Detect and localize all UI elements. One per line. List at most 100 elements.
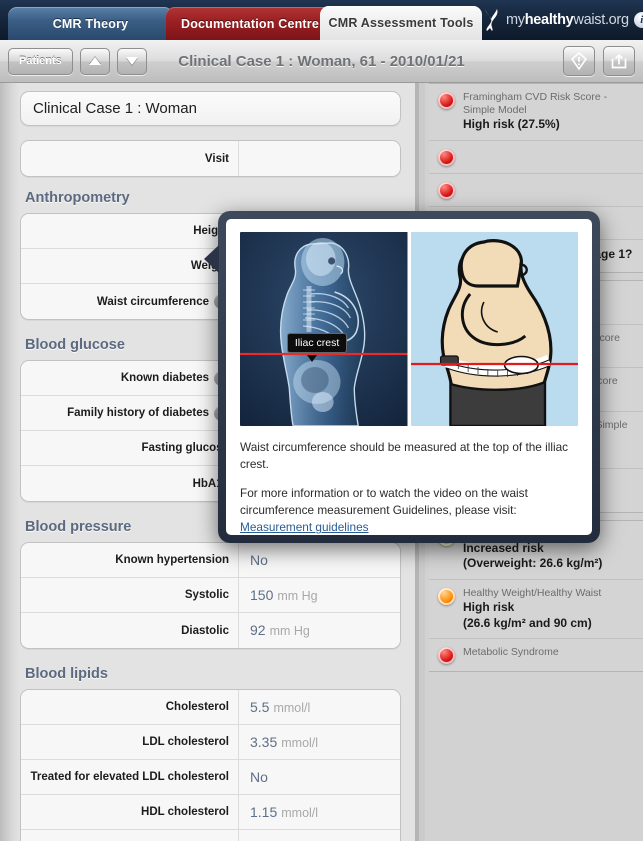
brand-logo: myhealthywaist.org i [473,0,643,40]
xray-skeleton-illustration: Iliac crest [240,232,408,426]
risk-drop-icon [570,52,588,70]
form-row[interactable]: Systolic 150 mm Hg [21,578,400,613]
toolbar-actions [563,46,635,76]
form-row-value-text: 92 [250,622,266,638]
result-item[interactable] [429,174,643,207]
form-row-value-text: No [250,769,268,785]
form-row[interactable]: Treated for low HDL cholesterolNo [21,830,400,841]
form-row-label-text: Cholesterol [165,701,229,713]
section-heading: Anthropometry [25,190,130,206]
result-text: Healthy Weight/Healthy Waist High risk (26… [463,587,635,631]
form-row-value[interactable]: 92 mm Hg [238,613,400,648]
form-row-label: Waist circumference? [21,294,238,309]
form-row-label: Systolic [21,589,238,601]
row-visit-label: Visit [204,152,229,165]
form-row-value-text: No [250,552,268,568]
form-row-value[interactable]: No [238,830,400,841]
result-name: Healthy Weight/Healthy Waist [463,586,602,599]
toolbar: Patients Clinical Case 1 : Woman, 61 - 2… [0,40,643,83]
logo-waist: waist.org [573,12,629,28]
form-row-unit: mm Hg [277,589,318,603]
callout-tail [307,355,317,363]
iliac-crest-callout: Iliac crest [286,332,348,353]
form-row[interactable]: Cholesterol 5.5 mmol/l [21,690,400,725]
form-row-label-text: Treated for elevated LDL cholesterol [30,771,229,783]
form-row-label-text: Systolic [184,589,229,601]
section-heading: Blood lipids [25,666,108,682]
result-item[interactable]: Metabolic Syndrome [429,639,643,671]
result-name: Framingham CVD Risk Score - Simple Model [463,91,608,117]
form-row[interactable]: Treated for elevated LDL cholesterol No [21,760,400,795]
result-text: Metabolic Syndrome [463,646,635,659]
result-text: Framingham CVD Risk Score - Simple Model… [463,91,635,133]
form-row-value[interactable]: 5.5 mmol/l [238,690,400,724]
tab-cmr-theory[interactable]: CMR Theory [8,7,173,40]
app-window: CMR Theory Documentation Centre CMR Asse… [0,0,643,841]
form-row[interactable]: Diastolic 92 mm Hg [21,613,400,648]
page-title: Clinical Case 1 : Woman, 61 - 2010/01/21 [178,52,465,70]
visit-group: Visit [20,140,401,177]
left-gutter [0,83,20,841]
section-group: Cholesterol 5.5 mmol/l LDL cholesterol 3.35 m… [20,689,401,841]
form-row-value[interactable]: 3.35 mmol/l [238,725,400,759]
form-row-label-text: Known diabetes [120,372,209,384]
result-item[interactable]: Healthy Weight/Healthy Waist High risk (26… [429,580,643,640]
risk-profile-button[interactable] [563,46,595,76]
form-row-label: Diastolic [21,625,238,637]
form-row-label-text: Diastolic [181,624,229,637]
form-row-label: HbA1c [21,478,238,490]
result-name: Metabolic Syndrome [463,646,559,659]
tab-cmr-assessment-tools[interactable]: CMR Assessment Tools [320,6,482,40]
form-row[interactable]: LDL cholesterol 3.35 mmol/l [21,725,400,760]
logo-my: my [506,12,525,28]
tab-cmr-assessment-tools-label: CMR Assessment Tools [328,16,474,30]
form-row-label-text: Family history of diabetes [67,407,209,419]
form-row-value-text: 5.5 [250,699,270,715]
form-row-unit: mm Hg [269,624,310,638]
case-title-text: Clinical Case 1 : Woman [33,100,197,117]
result-item[interactable]: Framingham CVD Risk Score - Simple Model… [429,84,643,141]
form-row-label-text: Waist circumference [96,295,209,308]
status-led-red [438,92,455,109]
tab-documentation-centre[interactable]: Documentation Centre [166,7,334,40]
form-row-label-text: Fasting glucose [141,442,229,454]
form-row-unit: mmol/l [281,806,319,820]
result-value: Increased risk (Overweight: 26.6 kg/m²) [463,540,603,571]
form-row-label: Treated for elevated LDL cholesterol [21,771,238,783]
form-row-label: Family history of diabetes? [21,405,238,421]
form-row-value[interactable]: No [238,760,400,794]
popover-arrow [204,245,219,273]
form-row-unit: mmol/l [273,701,311,715]
measurement-guidelines-link[interactable]: Measurement guidelines [240,520,369,534]
row-visit[interactable]: Visit [21,141,400,176]
form-row-value[interactable]: 1.15 mmol/l [238,795,400,829]
section-group: Known hypertension No Systolic 150 mm Hg Dias… [20,542,401,649]
result-value: High risk (26.6 kg/m² and 90 cm) [463,600,592,630]
measuring-tape-illustration [410,232,578,426]
waist-circumference-help-popover[interactable]: Iliac crest Waist circumference should b… [204,211,600,543]
popover-paragraph-2-text: For more information or to watch the vid… [240,486,528,518]
result-item[interactable] [429,141,643,174]
popover-text: Waist circumference should be measured a… [240,439,578,535]
share-button[interactable] [603,46,635,76]
popover-paragraph-1: Waist circumference should be measured a… [240,440,569,472]
popover-images: Iliac crest [240,232,578,426]
form-row-value-text: 150 [250,587,274,603]
form-row[interactable]: HDL cholesterol 1.15 mmol/l [21,795,400,830]
case-title-field[interactable]: Clinical Case 1 : Woman [20,91,401,126]
form-row-value[interactable]: No [238,543,400,577]
ribbon-icon [485,9,498,31]
status-led-red [438,181,455,199]
form-row-label: LDL cholesterol [21,736,238,748]
status-led-red [438,647,455,665]
form-row-label: Cholesterol [21,701,238,713]
status-led-red [438,148,455,166]
form-row-label-text: LDL cholesterol [142,736,229,748]
row-visit-value[interactable] [238,141,400,176]
form-row[interactable]: Known hypertension No [21,543,400,578]
content-area: Clinical Case 1 : Woman Visit Anthropome… [0,83,643,841]
form-row-unit: mmol/l [281,736,319,750]
result-value: High risk (27.5%) [463,117,560,132]
form-row-value[interactable]: 150 mm Hg [238,578,400,612]
info-icon[interactable]: i [633,12,643,28]
